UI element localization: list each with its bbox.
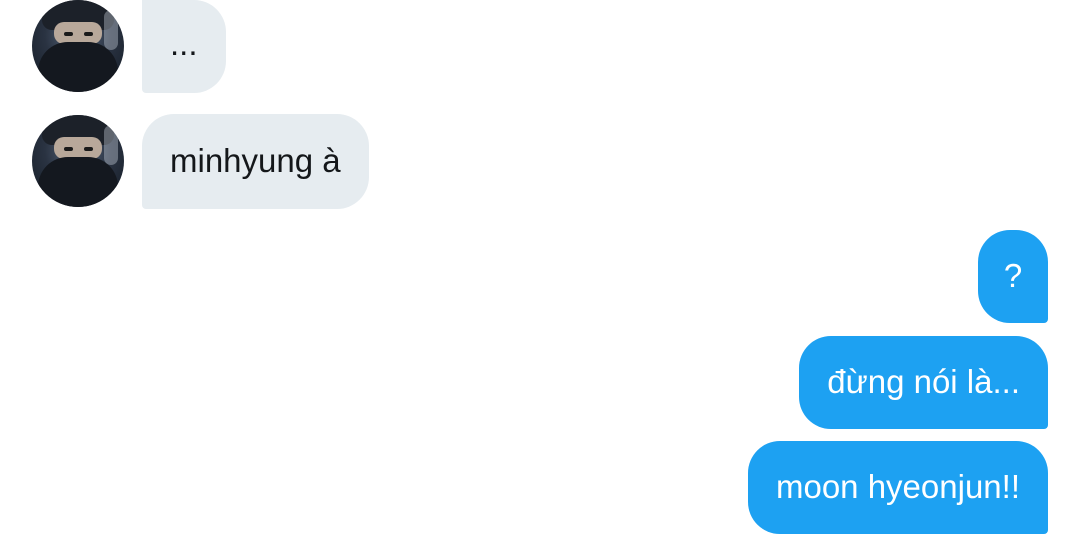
message-text: ... bbox=[170, 25, 198, 62]
outgoing-message-bubble[interactable]: moon hyeonjun!! bbox=[747, 441, 1048, 534]
message-text: moon hyeonjun!! bbox=[775, 468, 1020, 505]
avatar-eye bbox=[84, 32, 93, 36]
incoming-message-bubble[interactable]: minhyung à bbox=[142, 114, 369, 209]
avatar-shine bbox=[104, 125, 118, 165]
avatar-face bbox=[54, 22, 102, 44]
sender-avatar[interactable] bbox=[32, 115, 124, 207]
sender-avatar[interactable] bbox=[32, 0, 124, 92]
message-text: ? bbox=[1003, 257, 1023, 294]
avatar-mask bbox=[38, 42, 118, 92]
outgoing-message-bubble[interactable]: đừng nói là... bbox=[799, 336, 1048, 429]
avatar-shine bbox=[104, 10, 118, 50]
message-text: đừng nói là... bbox=[827, 363, 1020, 400]
avatar-eye bbox=[64, 32, 73, 36]
message-text: minhyung à bbox=[170, 142, 341, 179]
avatar-eye bbox=[84, 147, 93, 151]
outgoing-message-bubble[interactable]: ? bbox=[978, 230, 1048, 323]
avatar-eye bbox=[64, 147, 73, 151]
avatar-face bbox=[54, 137, 102, 159]
avatar-mask bbox=[38, 157, 118, 207]
incoming-message-bubble[interactable]: ... bbox=[142, 0, 226, 93]
